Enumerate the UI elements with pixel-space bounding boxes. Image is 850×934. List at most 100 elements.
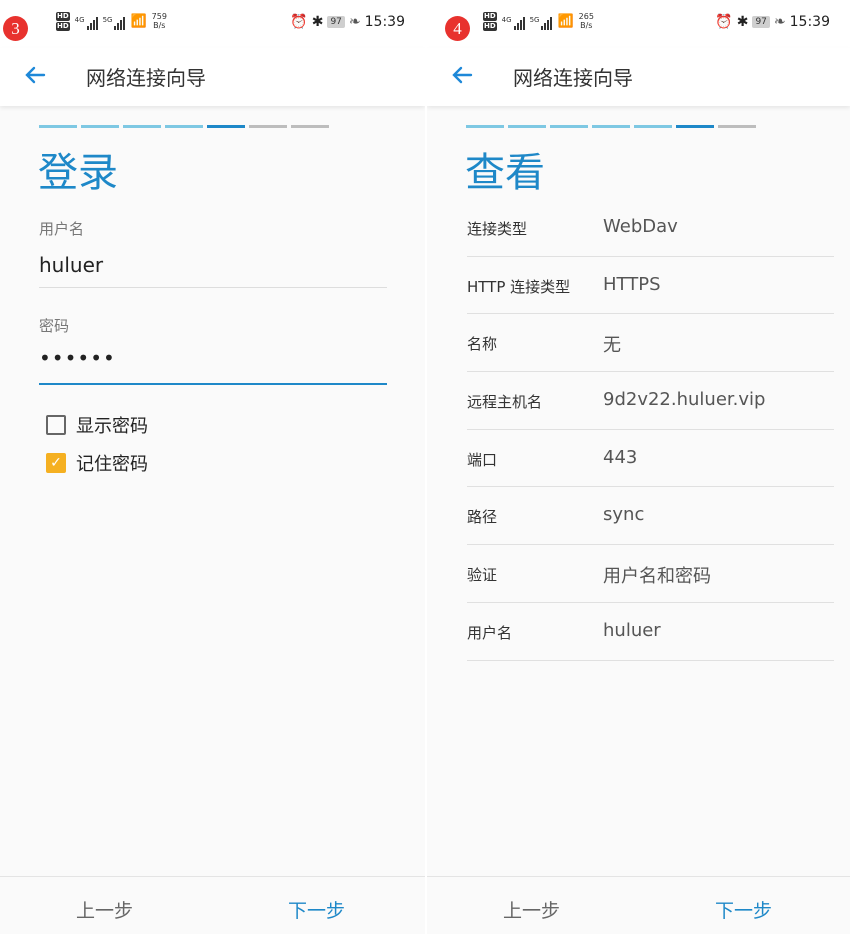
next-step-button[interactable]: 下一步	[715, 896, 772, 923]
back-arrow-icon[interactable]	[447, 60, 477, 90]
row-key: 验证	[467, 566, 498, 585]
progress-segment	[718, 125, 756, 128]
login-screen: 3 HD HD 4G 5G 📶 759 B/s ⏰ ✱ 97 ❧ 15:39 网…	[0, 0, 425, 934]
row-key: HTTP 连接类型	[467, 277, 571, 296]
show-password-checkbox[interactable]: 显示密码	[46, 412, 148, 438]
row-key: 用户名	[467, 623, 513, 642]
progress-segment	[676, 125, 714, 128]
progress-segment	[291, 125, 329, 128]
clock: 15:39	[789, 14, 830, 30]
progress-segment	[466, 125, 504, 128]
review-screen: 4 HD HD 4G 5G 📶 265 B/s ⏰ ✱ 97 ❧ 15:39 网…	[425, 0, 850, 934]
row-value: 无	[603, 335, 621, 357]
wifi-icon: 📶	[130, 14, 147, 29]
back-arrow-icon[interactable]	[20, 60, 50, 90]
signal-4g-icon: 4G	[502, 16, 525, 30]
show-password-label: 显示密码	[76, 416, 148, 437]
password-underline	[39, 383, 387, 385]
list-item: 连接类型 WebDav	[467, 199, 834, 257]
step-badge: 3	[3, 16, 28, 41]
row-value: huluer	[603, 619, 661, 641]
bluetooth-icon: ✱	[311, 14, 324, 30]
list-item: HTTP 连接类型 HTTPS	[467, 257, 834, 315]
battery-icon: 97	[752, 16, 770, 28]
progress-segment	[508, 125, 546, 128]
row-value: HTTPS	[603, 273, 661, 295]
row-key: 远程主机名	[467, 393, 543, 412]
review-list: 连接类型 WebDav HTTP 连接类型 HTTPS 名称 无远程主机名 9d2v22.h…	[467, 199, 834, 661]
username-field[interactable]: huluer	[39, 253, 103, 277]
page-heading: 登录	[38, 150, 118, 196]
checkbox-checked-icon: ✓	[46, 453, 66, 473]
wifi-icon: 📶	[557, 14, 574, 29]
app-title: 网络连接向导	[513, 66, 633, 90]
progress-segment	[39, 125, 77, 128]
page-heading: 查看	[465, 150, 545, 196]
remember-password-label: 记住密码	[76, 454, 148, 475]
signal-5g-icon: 5G	[530, 16, 553, 30]
next-step-button[interactable]: 下一步	[288, 896, 345, 923]
list-item: 名称 无	[467, 314, 834, 373]
row-value: 443	[603, 446, 638, 468]
app-title: 网络连接向导	[86, 66, 206, 90]
progress-segment	[634, 125, 672, 128]
leaf-icon: ❧	[773, 14, 786, 30]
username-underline	[39, 287, 387, 288]
status-right: ⏰ ✱ 97 ❧ 15:39	[290, 14, 405, 30]
progress-segment	[550, 125, 588, 128]
password-label: 密码	[39, 317, 70, 335]
progress-segment	[592, 125, 630, 128]
status-bar: 4 HD HD 4G 5G 📶 265 B/s ⏰ ✱ 97 ❧ 15:39	[427, 0, 850, 48]
password-field[interactable]: ••••••	[39, 346, 116, 370]
row-key: 路径	[467, 508, 498, 527]
bottom-nav: 上一步 下一步	[0, 876, 425, 934]
progress-segment	[249, 125, 287, 128]
alarm-icon: ⏰	[715, 14, 733, 30]
remember-password-checkbox[interactable]: ✓ 记住密码	[46, 450, 148, 476]
app-bar: 网络连接向导	[0, 48, 425, 106]
progress-segment	[81, 125, 119, 128]
screenshot-composite: 3 HD HD 4G 5G 📶 759 B/s ⏰ ✱ 97 ❧ 15:39 网…	[0, 0, 850, 934]
hd-icon: HD	[56, 22, 70, 31]
step-badge: 4	[445, 16, 470, 41]
wizard-progress	[39, 125, 329, 128]
prev-step-button[interactable]: 上一步	[503, 896, 560, 923]
checkbox-unchecked-icon	[46, 415, 66, 435]
signal-5g-icon: 5G	[103, 16, 126, 30]
hd-icon: HD	[56, 12, 70, 21]
status-bar: 3 HD HD 4G 5G 📶 759 B/s ⏰ ✱ 97 ❧ 15:39	[0, 0, 425, 48]
status-right: ⏰ ✱ 97 ❧ 15:39	[715, 14, 830, 30]
row-value: WebDav	[603, 216, 678, 237]
list-item: 用户名 huluer	[467, 603, 834, 661]
status-left: HD HD 4G 5G 📶 265 B/s	[483, 12, 594, 31]
prev-step-button[interactable]: 上一步	[76, 896, 133, 923]
list-item: 远程主机名 9d2v22.huluer.vip	[467, 372, 834, 430]
username-label: 用户名	[39, 220, 85, 238]
row-key: 连接类型	[467, 220, 528, 238]
leaf-icon: ❧	[348, 14, 361, 30]
signal-4g-icon: 4G	[75, 16, 98, 30]
progress-segment	[165, 125, 203, 128]
row-value: sync	[603, 504, 645, 526]
row-value: 用户名和密码	[603, 566, 711, 588]
row-key: 端口	[467, 450, 498, 469]
list-item: 端口 443	[467, 430, 834, 488]
hd-icon: HD	[483, 22, 497, 31]
battery-icon: 97	[327, 16, 345, 28]
hd-icon: HD	[483, 12, 497, 21]
net-speed: 759 B/s	[151, 12, 167, 30]
clock: 15:39	[364, 14, 405, 30]
net-speed: 265 B/s	[578, 12, 594, 30]
wizard-progress	[466, 125, 756, 128]
list-item: 路径 sync	[467, 487, 834, 546]
row-value: 9d2v22.huluer.vip	[603, 389, 766, 411]
progress-segment	[207, 125, 245, 128]
status-left: HD HD 4G 5G 📶 759 B/s	[56, 12, 167, 31]
progress-segment	[123, 125, 161, 128]
alarm-icon: ⏰	[290, 14, 308, 30]
app-bar: 网络连接向导	[427, 48, 850, 106]
list-item: 验证 用户名和密码	[467, 545, 834, 603]
bluetooth-icon: ✱	[736, 14, 749, 30]
row-key: 名称	[467, 335, 498, 354]
bottom-nav: 上一步 下一步	[427, 876, 850, 934]
